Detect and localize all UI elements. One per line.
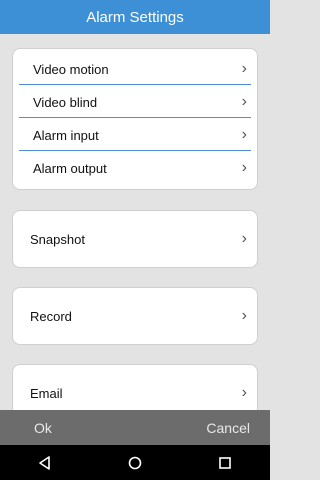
list-item-label: Snapshot	[30, 231, 85, 247]
list-item-snapshot[interactable]: Snapshot ›	[12, 210, 258, 268]
title-bar: Alarm Settings	[0, 0, 270, 34]
ok-button[interactable]: Ok	[0, 420, 52, 436]
chevron-right-icon: ›	[241, 126, 247, 143]
chevron-right-icon: ›	[241, 307, 247, 324]
alarm-types-card: Video motion › Video blind › Alarm input…	[12, 48, 258, 190]
chevron-right-icon: ›	[241, 93, 247, 110]
list-item-alarm-output[interactable]: Alarm output ›	[19, 152, 251, 184]
cancel-button[interactable]: Cancel	[206, 420, 270, 436]
home-icon[interactable]	[127, 455, 143, 471]
chevron-right-icon: ›	[241, 384, 247, 401]
chevron-right-icon: ›	[241, 159, 247, 176]
list-item-label: Video motion	[33, 61, 109, 77]
list-item-video-motion[interactable]: Video motion ›	[19, 53, 251, 85]
list-item-record[interactable]: Record ›	[12, 287, 258, 345]
list-item-alarm-input[interactable]: Alarm input ›	[19, 119, 251, 151]
list-item-label: Email	[30, 385, 63, 401]
back-icon[interactable]	[37, 455, 53, 471]
settings-list: Video motion › Video blind › Alarm input…	[0, 34, 270, 410]
page-title: Alarm Settings	[86, 8, 184, 26]
system-nav-bar	[0, 445, 270, 480]
chevron-right-icon: ›	[241, 230, 247, 247]
recents-icon[interactable]	[217, 455, 233, 471]
list-item-label: Alarm input	[33, 127, 99, 143]
footer-bar: Ok Cancel	[0, 410, 270, 445]
list-item-email[interactable]: Email ›	[12, 364, 258, 410]
list-item-label: Record	[30, 308, 72, 324]
list-item-label: Alarm output	[33, 160, 107, 176]
list-item-video-blind[interactable]: Video blind ›	[19, 86, 251, 118]
chevron-right-icon: ›	[241, 60, 247, 77]
list-item-label: Video blind	[33, 94, 98, 110]
